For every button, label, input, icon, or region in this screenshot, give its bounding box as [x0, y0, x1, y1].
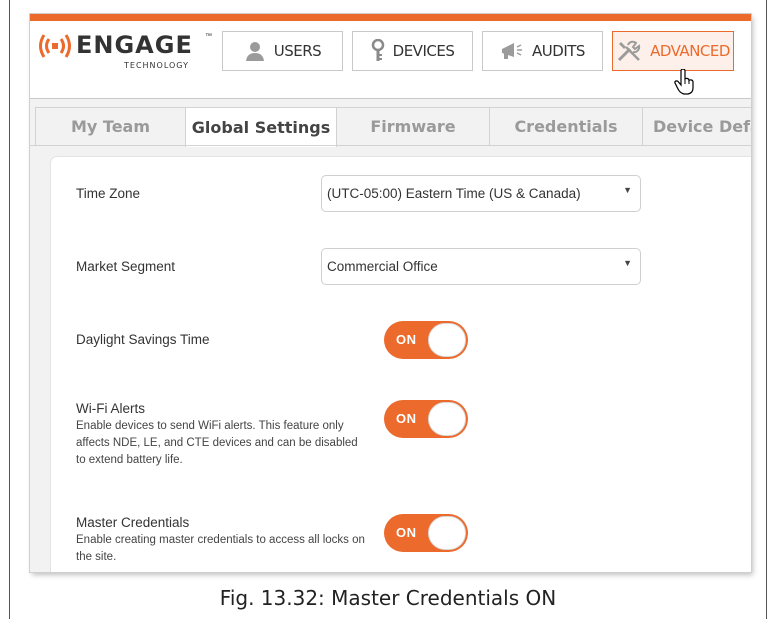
settings-panel	[50, 156, 751, 572]
daylight-savings-label: Daylight Savings Time	[76, 332, 210, 347]
tab-device-defaults[interactable]: Device Defa	[642, 107, 751, 145]
nav-users-label: USERS	[273, 42, 322, 60]
nav-advanced-button[interactable]: ADVANCED	[612, 31, 734, 71]
brand-tagline: TECHNOLOGY	[124, 61, 189, 70]
tab-credentials-label: Credentials	[514, 117, 618, 136]
tab-firmware[interactable]: Firmware	[336, 107, 490, 145]
frame-border-right	[766, 0, 767, 619]
master-credentials-toggle[interactable]: ON	[384, 514, 468, 552]
tools-icon	[618, 40, 641, 62]
tab-my-team-label: My Team	[70, 117, 151, 136]
toggle-knob	[428, 516, 466, 550]
header: ENGAGE ™ TECHNOLOGY USERS DEVICES AUDITS…	[30, 21, 751, 106]
toggle-state: ON	[396, 411, 417, 426]
nav-advanced-label: ADVANCED	[650, 42, 730, 60]
tab-firmware-label: Firmware	[370, 117, 456, 136]
toggle-state: ON	[396, 332, 417, 347]
trademark: ™	[205, 33, 212, 40]
tab-credentials[interactable]: Credentials	[489, 107, 643, 145]
market-segment-value: Commercial Office	[327, 259, 438, 274]
master-credentials-label: Master Credentials	[76, 515, 190, 530]
tab-underline	[30, 145, 751, 146]
toggle-state: ON	[396, 525, 417, 540]
master-credentials-description: Enable creating master credentials to ac…	[76, 534, 365, 563]
chevron-down-icon: ▼	[623, 258, 632, 268]
nav-audits-button[interactable]: AUDITS	[482, 31, 603, 71]
wifi-alerts-toggle[interactable]: ON	[384, 400, 468, 438]
chevron-down-icon: ▼	[623, 185, 632, 195]
nav-devices-button[interactable]: DEVICES	[352, 31, 473, 71]
tab-global-settings-label: Global Settings	[191, 118, 331, 137]
megaphone-icon	[502, 43, 523, 59]
tab-global-settings[interactable]: Global Settings	[185, 107, 337, 147]
signal-logo-icon	[39, 34, 71, 58]
nav-devices-label: DEVICES	[392, 42, 455, 60]
market-segment-select[interactable]: Commercial Office ▼	[321, 248, 641, 285]
time-zone-select[interactable]: (UTC-05:00) Eastern Time (US & Canada) ▼	[321, 175, 641, 212]
top-accent-bar	[30, 14, 751, 21]
hand-cursor-icon	[674, 69, 694, 95]
user-icon	[245, 42, 264, 61]
brand-name: ENGAGE	[76, 31, 193, 59]
tab-my-team[interactable]: My Team	[35, 107, 186, 145]
time-zone-value: (UTC-05:00) Eastern Time (US & Canada)	[327, 186, 581, 201]
header-divider	[30, 98, 751, 99]
app-window: ENGAGE ™ TECHNOLOGY USERS DEVICES AUDITS…	[30, 14, 751, 572]
toggle-knob	[428, 402, 466, 436]
market-segment-label: Market Segment	[76, 259, 176, 274]
wifi-alerts-description: Enable devices to send WiFi alerts. This…	[76, 420, 358, 466]
engage-logo[interactable]: ENGAGE ™ TECHNOLOGY	[38, 31, 213, 71]
frame-border-left	[9, 0, 10, 619]
daylight-savings-toggle[interactable]: ON	[384, 321, 468, 359]
nav-users-button[interactable]: USERS	[222, 31, 343, 71]
wifi-alerts-label: Wi-Fi Alerts	[76, 401, 145, 416]
tab-device-defaults-label: Device Defa	[653, 117, 751, 136]
nav-audits-label: AUDITS	[532, 42, 585, 60]
key-icon	[371, 39, 384, 61]
time-zone-label: Time Zone	[76, 186, 141, 201]
figure-caption: Fig. 13.32: Master Credentials ON	[219, 586, 557, 610]
toggle-knob	[428, 323, 466, 357]
